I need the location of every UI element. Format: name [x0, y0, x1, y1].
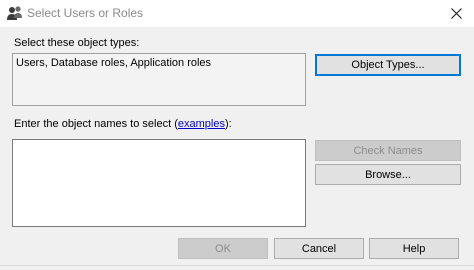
object-names-label: Enter the object names to select (exampl…: [14, 118, 232, 130]
examples-link[interactable]: examples: [178, 118, 225, 130]
object-names-label-prefix: Enter the object names to select (: [14, 118, 178, 130]
users-icon: [7, 5, 23, 21]
object-names-input[interactable]: [12, 139, 306, 227]
cancel-button[interactable]: Cancel: [274, 238, 364, 259]
object-types-value: Users, Database roles, Application roles: [16, 57, 212, 69]
object-types-button[interactable]: Object Types...: [315, 54, 461, 76]
check-names-button[interactable]: Check Names: [315, 140, 461, 161]
window-title: Select Users or Roles: [27, 6, 144, 20]
bottom-divider: [0, 265, 474, 266]
browse-button[interactable]: Browse...: [315, 164, 461, 185]
close-icon: [450, 8, 462, 19]
object-types-label: Select these object types:: [14, 37, 140, 49]
ok-button[interactable]: OK: [178, 238, 268, 259]
title-bar: Select Users or Roles: [0, 0, 474, 27]
object-names-label-suffix: ):: [224, 118, 232, 130]
close-button[interactable]: [438, 0, 474, 27]
help-button[interactable]: Help: [369, 238, 459, 259]
object-types-box: Users, Database roles, Application roles: [12, 53, 306, 106]
